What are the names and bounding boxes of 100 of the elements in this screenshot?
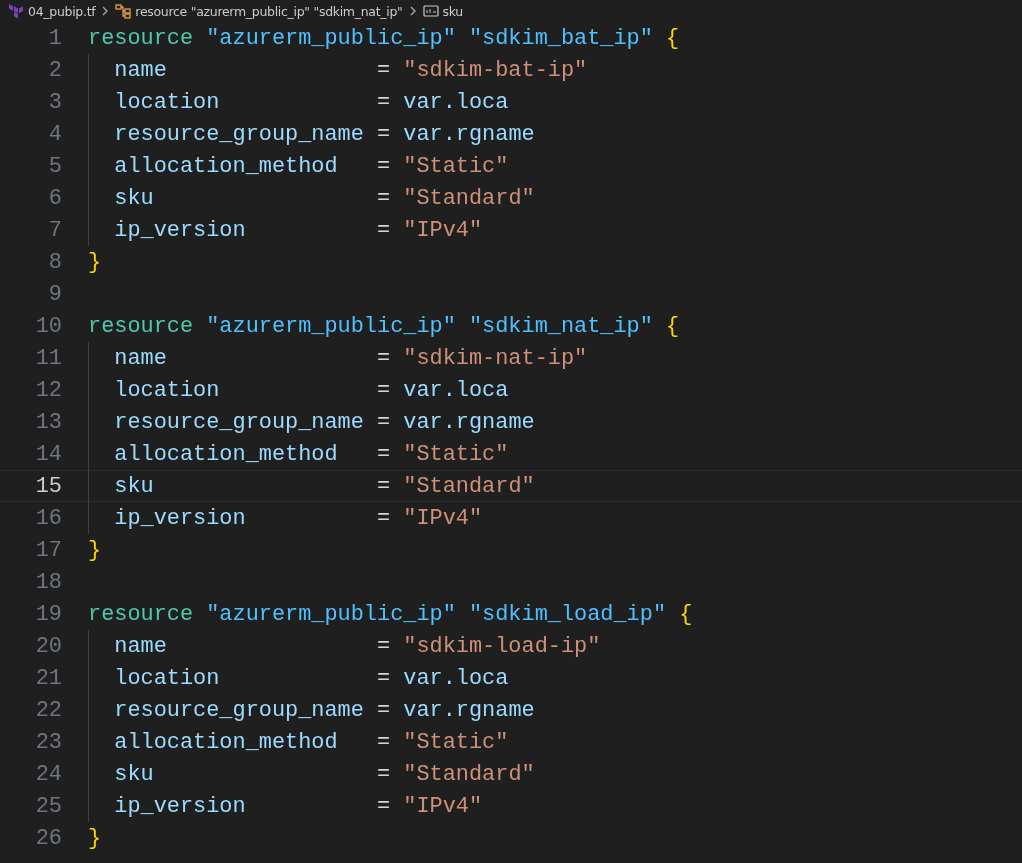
code-token: location	[114, 665, 220, 691]
line-number: 15	[34, 473, 62, 499]
code-token: resource_group_name	[114, 121, 364, 147]
code-token: =	[376, 473, 392, 499]
line-number: 5	[47, 153, 62, 179]
file-icon	[8, 3, 24, 19]
code-token: sku	[114, 761, 154, 787]
code-token: {	[666, 313, 680, 339]
line-number: 24	[34, 761, 62, 787]
line-number: 2	[47, 57, 62, 83]
line-number: 7	[47, 217, 62, 243]
code-token: location	[114, 89, 220, 115]
line-number: 23	[34, 729, 62, 755]
line-number: 6	[47, 185, 62, 211]
code-token: resource	[88, 601, 195, 627]
code-token: "sdkim-load-ip"	[403, 633, 601, 659]
code-token: allocation_method	[114, 729, 338, 755]
code-token: name	[114, 345, 167, 371]
line-number: 12	[34, 377, 62, 403]
code-token: =	[376, 441, 392, 467]
line-number: 20	[34, 633, 62, 659]
chevron-icon	[408, 5, 417, 17]
code-token: {	[666, 25, 680, 51]
code-token: var.rgname	[403, 697, 535, 723]
code-token: "IPv4"	[403, 217, 483, 243]
code-token: sku	[114, 473, 154, 499]
code-token: ip_version	[114, 505, 246, 531]
code-token: =	[376, 377, 392, 403]
code-token: =	[376, 57, 392, 83]
code-token: =	[376, 761, 392, 787]
line-number: 16	[34, 505, 62, 531]
code-token: =	[376, 665, 392, 691]
code-token: resource_group_name	[114, 409, 364, 435]
code-token: =	[376, 121, 392, 147]
code-token: "azurerm_public_ip" "sdkim_bat_ip"	[206, 25, 654, 51]
code-token: "Standard"	[403, 473, 535, 499]
code-token: "IPv4"	[403, 793, 483, 819]
code-token: {	[679, 601, 693, 627]
code-token: allocation_method	[114, 153, 338, 179]
line-number: 18	[34, 569, 62, 595]
code-token: sku	[114, 185, 154, 211]
code-token: "Standard"	[403, 761, 535, 787]
code-token: "Static"	[403, 153, 509, 179]
line-number: 25	[34, 793, 62, 819]
code-token: "Static"	[403, 729, 509, 755]
line-number: 1	[47, 25, 62, 51]
code-token: =	[376, 697, 392, 723]
code-token: =	[376, 729, 392, 755]
line-number: 26	[34, 825, 62, 851]
code-token: =	[376, 409, 392, 435]
text-field-icon	[422, 4, 439, 18]
code-token: "Standard"	[403, 185, 535, 211]
code-token: resource	[88, 313, 195, 339]
code-token: location	[114, 377, 220, 403]
code-token: var.loca	[403, 665, 509, 691]
code-token: ip_version	[114, 793, 246, 819]
line-number: 13	[34, 409, 62, 435]
line-number: 8	[47, 249, 62, 275]
code-token: =	[376, 217, 392, 243]
code-token: var.rgname	[403, 121, 535, 147]
code-token: resource	[88, 25, 195, 51]
line-number: 21	[34, 665, 62, 691]
breadcrumb-file[interactable]: 04_pubip.tf	[28, 3, 96, 19]
line-number: 9	[47, 281, 62, 307]
code-token: var.loca	[403, 89, 509, 115]
code-token: "azurerm_public_ip" "sdkim_load_ip"	[206, 601, 667, 627]
code-token: =	[376, 633, 392, 659]
chevron-icon	[101, 5, 110, 17]
code-token: name	[114, 633, 167, 659]
code-token: allocation_method	[114, 441, 338, 467]
code-token: "sdkim-nat-ip"	[403, 345, 588, 371]
line-number: 3	[47, 89, 62, 115]
code-token: }	[88, 825, 102, 851]
line-number: 17	[34, 537, 62, 563]
code-token: resource_group_name	[114, 697, 364, 723]
breadcrumb-symbol[interactable]: resource "azurerm_public_ip" "sdkim_nat_ip"	[135, 3, 403, 19]
code-token: }	[88, 249, 102, 275]
code-token: "sdkim-bat-ip"	[403, 57, 588, 83]
code-token: var.loca	[403, 377, 509, 403]
line-number: 14	[34, 441, 62, 467]
breadcrumb-property[interactable]: sku	[442, 3, 463, 19]
line-number: 11	[34, 345, 62, 371]
code-token: "Static"	[403, 441, 509, 467]
code-token: =	[376, 185, 392, 211]
code-token: "azurerm_public_ip" "sdkim_nat_ip"	[206, 313, 654, 339]
line-number: 22	[34, 697, 62, 723]
symbol-icon	[115, 3, 132, 19]
code-token: =	[376, 505, 392, 531]
line-number: 19	[34, 601, 62, 627]
line-number: 4	[47, 121, 62, 147]
line-number: 10	[34, 313, 62, 339]
code-token: =	[376, 345, 392, 371]
code-token: "IPv4"	[403, 505, 483, 531]
code-token: name	[114, 57, 167, 83]
code-token: }	[88, 537, 102, 563]
code-token: =	[376, 793, 392, 819]
code-token: =	[376, 153, 392, 179]
code-token: =	[376, 89, 392, 115]
code-token: var.rgname	[403, 409, 535, 435]
code-token: ip_version	[114, 217, 246, 243]
